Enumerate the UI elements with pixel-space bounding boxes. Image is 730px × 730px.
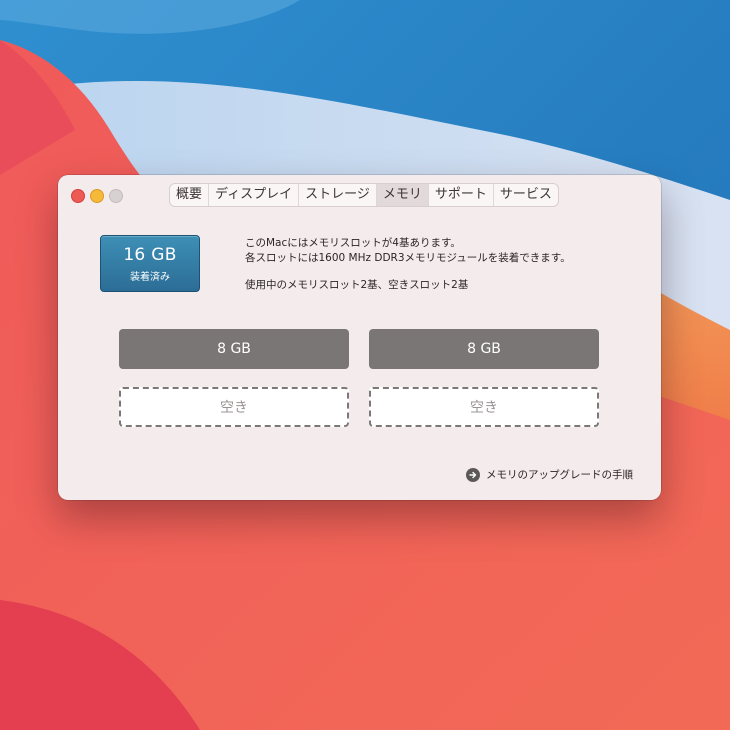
tab-bar: 概要 ディスプレイ ストレージ メモリ サポート サービス <box>169 183 559 207</box>
minimize-window-button[interactable] <box>90 189 104 203</box>
zoom-window-button[interactable] <box>109 189 123 203</box>
memory-info: このMacにはメモリスロットが4基あります。 各スロットには1600 MHz D… <box>245 236 571 293</box>
memory-upgrade-link[interactable]: メモリのアップグレードの手順 <box>466 467 633 482</box>
tab-service[interactable]: サービス <box>494 184 558 206</box>
tab-memory[interactable]: メモリ <box>376 184 429 206</box>
memory-info-spec: 各スロットには1600 MHz DDR3メモリモジュールを装着できます。 <box>245 252 571 264</box>
memory-slot-4-empty: 空き <box>369 387 599 427</box>
memory-info-slots: このMacにはメモリスロットが4基あります。 <box>245 237 461 249</box>
tab-displays[interactable]: ディスプレイ <box>209 184 300 206</box>
memory-upgrade-link-label: メモリのアップグレードの手順 <box>486 469 633 481</box>
tab-support[interactable]: サポート <box>429 184 494 206</box>
close-window-button[interactable] <box>71 189 85 203</box>
titlebar: 概要 ディスプレイ ストレージ メモリ サポート サービス <box>58 175 661 213</box>
tab-overview[interactable]: 概要 <box>170 184 210 206</box>
memory-slot-2: 8 GB <box>369 329 599 369</box>
tab-storage[interactable]: ストレージ <box>299 184 377 206</box>
memory-total-badge: 16 GB 装着済み <box>100 235 200 292</box>
about-this-mac-window: 概要 ディスプレイ ストレージ メモリ サポート サービス 16 GB 装着済み… <box>58 175 661 500</box>
memory-slot-1: 8 GB <box>119 329 349 369</box>
memory-info-usage: 使用中のメモリスロット2基、空きスロット2基 <box>245 279 469 291</box>
memory-total-size: 16 GB <box>123 245 177 265</box>
arrow-right-circle-icon <box>466 467 480 482</box>
memory-slot-3-empty: 空き <box>119 387 349 427</box>
memory-installed-label: 装着済み <box>130 272 170 283</box>
